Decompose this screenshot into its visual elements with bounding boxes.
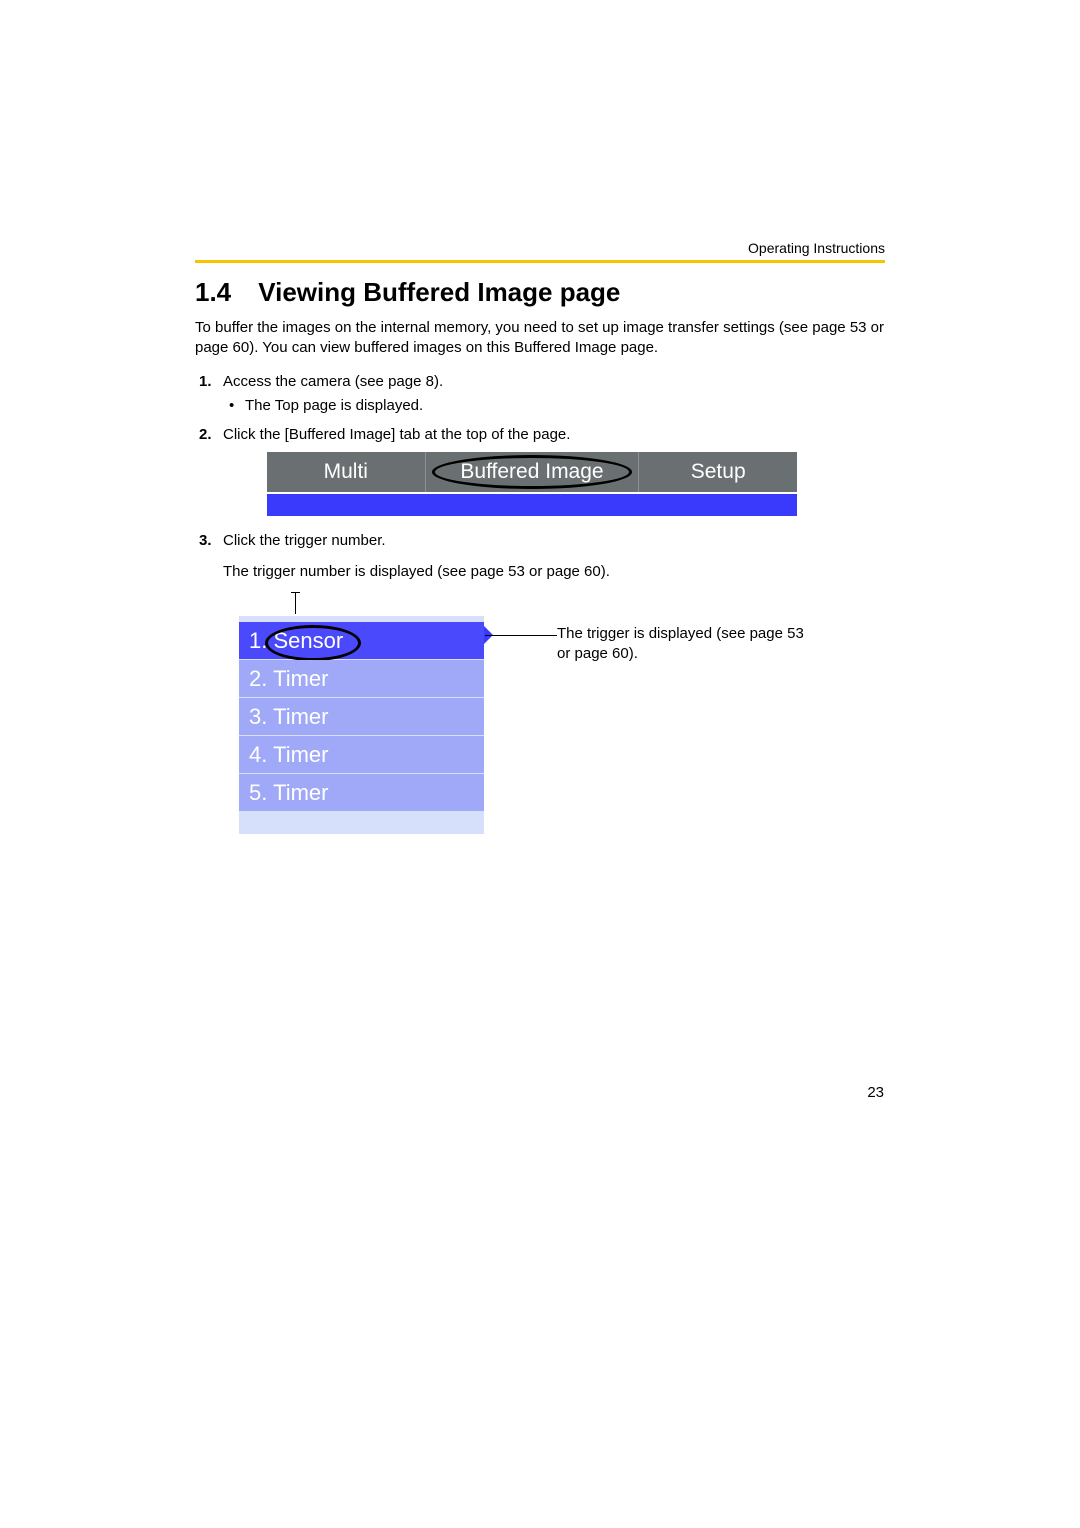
step-list: Access the camera (see page 8). The Top … <box>195 371 885 553</box>
trigger-item-number: 4. <box>249 742 267 767</box>
step-text: Access the camera (see page 8). <box>223 373 443 390</box>
trigger-item-label: Timer <box>273 704 328 729</box>
trigger-item-1[interactable]: 1. Sensor <box>239 622 484 660</box>
trigger-list: 1. Sensor 2. Timer 3. Timer 4. Timer 5. … <box>239 616 484 834</box>
tabbar-figure: Multi Buffered Image Setup <box>267 452 797 516</box>
step-2: Click the [Buffered Image] tab at the to… <box>195 424 885 517</box>
tab-label: Buffered Image <box>460 460 603 483</box>
tab-label: Multi <box>324 460 368 483</box>
step-text: Click the [Buffered Image] tab at the to… <box>223 426 570 443</box>
step-1-sub: The Top page is displayed. <box>223 395 885 418</box>
callout-leader-icon <box>485 635 557 636</box>
trigger-item-4[interactable]: 4. Timer <box>239 736 484 774</box>
tab-setup[interactable]: Setup <box>639 452 797 492</box>
section-intro: To buffer the images on the internal mem… <box>195 318 885 359</box>
trigger-item-label: Timer <box>273 780 328 805</box>
step-3-followup: The trigger number is displayed (see pag… <box>223 563 885 580</box>
section-number: 1.4 <box>195 277 251 308</box>
section-heading: 1.4 Viewing Buffered Image page <box>195 277 885 308</box>
trigger-figure: 1. Sensor 2. Timer 3. Timer 4. Timer 5. … <box>239 592 885 852</box>
tab-multi[interactable]: Multi <box>267 452 426 492</box>
section-title: Viewing Buffered Image page <box>258 277 620 307</box>
trigger-item-number: 3. <box>249 704 267 729</box>
pointer-stem-icon <box>295 592 296 614</box>
step-3: Click the trigger number. <box>195 530 885 553</box>
trigger-item-number: 2. <box>249 666 267 691</box>
page-number: 23 <box>867 1084 884 1101</box>
step-text: Click the trigger number. <box>223 532 386 549</box>
trigger-item-number: 1. <box>249 628 267 653</box>
trigger-item-label: Sensor <box>273 628 343 653</box>
tab-label: Setup <box>691 460 746 483</box>
step-1: Access the camera (see page 8). The Top … <box>195 371 885 418</box>
trigger-item-2[interactable]: 2. Timer <box>239 660 484 698</box>
running-head: Operating Instructions <box>195 240 885 256</box>
trigger-item-number: 5. <box>249 780 267 805</box>
step-1-sub-1: The Top page is displayed. <box>223 395 885 418</box>
trigger-item-5[interactable]: 5. Timer <box>239 774 484 812</box>
tabbar-accent <box>267 492 797 516</box>
tab-buffered-image[interactable]: Buffered Image <box>426 452 640 492</box>
tab-row: Multi Buffered Image Setup <box>267 452 797 492</box>
trigger-callout: The trigger is displayed (see page 53 or… <box>557 624 817 665</box>
trigger-item-label: Timer <box>273 742 328 767</box>
header-rule <box>195 260 885 263</box>
trigger-item-3[interactable]: 3. Timer <box>239 698 484 736</box>
trigger-item-label: Timer <box>273 666 328 691</box>
